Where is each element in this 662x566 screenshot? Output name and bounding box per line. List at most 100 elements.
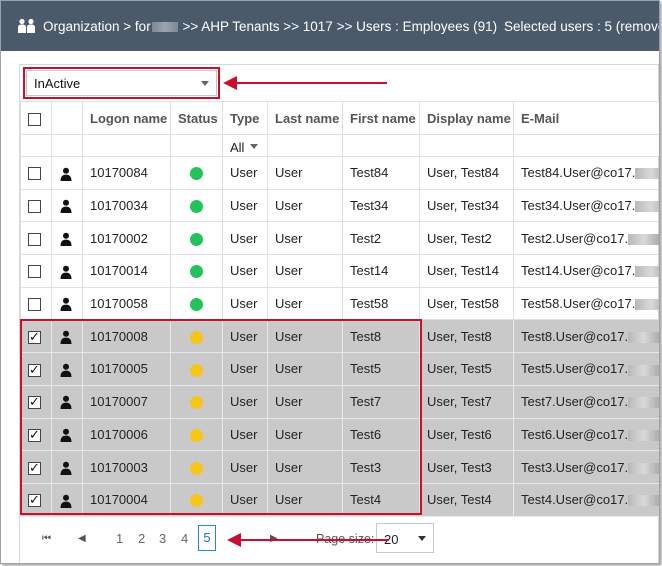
type-filter-cell[interactable]: All	[222, 134, 268, 157]
display-name-cell: User, Test7	[419, 384, 514, 419]
email-text: Test3.User@co17.	[521, 459, 629, 475]
table-row[interactable]: 10170005UserUserTest5User, Test5Test5.Us…	[20, 352, 659, 386]
logon-cell: 10170005	[82, 352, 171, 386]
email-cell: Test5.User@co17.	[513, 352, 659, 386]
first-name-cell: Test84	[342, 156, 420, 190]
row-checkbox[interactable]	[28, 460, 41, 476]
table-row[interactable]: 10170034 User User Test34 User, Test34 Test34…	[20, 188, 659, 223]
email-cell: Test84.User@co17.	[513, 156, 659, 190]
type-cell: User	[222, 384, 268, 419]
table-row[interactable]: 10170014 User User Test14 User, Test14 Test14…	[20, 254, 659, 288]
previous-page-icon[interactable]: ◀	[78, 533, 86, 544]
person-icon	[60, 363, 72, 377]
table-row[interactable]: 10170008UserUserTest8User, Test8Test8.Us…	[20, 319, 659, 354]
person-icon	[60, 461, 72, 475]
table-row[interactable]: 10170006UserUserTest6User, Test6Test6.Us…	[20, 417, 659, 452]
type-cell: User	[222, 319, 268, 354]
column-header-first-name[interactable]: First name	[342, 101, 420, 135]
row-checkbox[interactable]	[28, 167, 41, 181]
column-header-email[interactable]: E-Mail	[513, 101, 659, 135]
status-inactive-icon	[190, 494, 203, 508]
table-row[interactable]: 10170007UserUserTest7User, Test7Test7.Us…	[20, 384, 659, 419]
person-icon	[60, 200, 72, 214]
table-row[interactable]: 10170084 User User Test84 User, Test84 Test84…	[20, 156, 659, 190]
email-cell: Test34.User@co17.	[513, 188, 659, 223]
first-name-cell: Test58	[342, 286, 420, 321]
row-checkbox[interactable]	[28, 329, 41, 345]
type-cell: User	[222, 450, 268, 484]
display-name-cell: User, Test4	[419, 482, 514, 517]
page-link-1[interactable]: 1	[116, 531, 123, 546]
person-icon	[60, 494, 72, 508]
column-header-type[interactable]: Type	[222, 101, 268, 135]
type-cell: User	[222, 188, 268, 223]
column-header-logon[interactable]: Logon name	[82, 101, 171, 135]
page-link-5-active[interactable]: 5	[198, 525, 216, 551]
first-name-cell: Test4	[342, 482, 420, 517]
table-row[interactable]: 10170003UserUserTest3User, Test3Test3.Us…	[20, 450, 659, 484]
header-bar: Organization > for >> AHP Tenants >> 101…	[1, 1, 659, 51]
status-active-icon	[190, 200, 203, 214]
row-checkbox[interactable]	[28, 492, 41, 508]
row-checkbox[interactable]	[28, 232, 41, 246]
select-all-header[interactable]	[20, 101, 52, 135]
users-table: Logon name Status Type Last name First n…	[20, 101, 659, 517]
logon-cell: 10170008	[82, 319, 171, 354]
page-link-4[interactable]: 4	[181, 531, 188, 546]
chevron-down-icon	[250, 144, 259, 149]
column-header-display-name[interactable]: Display name	[419, 101, 514, 135]
type-cell: User	[222, 417, 268, 452]
person-icon	[60, 232, 72, 246]
row-checkbox[interactable]	[28, 427, 41, 443]
users-icon	[18, 18, 35, 33]
redacted-text	[628, 429, 659, 441]
row-checkbox[interactable]	[28, 362, 41, 378]
email-cell: Test58.User@co17.	[513, 286, 659, 321]
first-name-cell: Test2	[342, 221, 420, 256]
page-link-2[interactable]: 2	[138, 531, 145, 546]
page-link-3[interactable]: 3	[159, 531, 166, 546]
email-text: Test6.User@co17.	[521, 426, 629, 442]
email-cell: Test14.User@co17.	[513, 254, 659, 288]
row-checkbox[interactable]	[28, 265, 41, 279]
filter-highlight-box	[23, 67, 220, 99]
column-header-status[interactable]: Status	[170, 101, 223, 135]
first-name-cell: Test34	[342, 188, 420, 223]
table-row[interactable]: 10170004UserUserTest4User, Test4Test4.Us…	[20, 482, 659, 517]
select-all-checkbox[interactable]	[28, 112, 41, 126]
page-size-select[interactable]: 20	[376, 523, 434, 553]
redacted-text	[628, 397, 659, 409]
table-row[interactable]: 10170002 User User Test2 User, Test2 Test2.Us…	[20, 221, 659, 256]
display-name-cell: User, Test6	[419, 417, 514, 452]
email-text: Test4.User@co17.	[521, 492, 629, 508]
type-cell: User	[222, 156, 268, 190]
type-filter-value: All	[230, 140, 245, 155]
first-page-icon[interactable]: ⏮	[42, 533, 51, 544]
type-cell: User	[222, 352, 268, 386]
status-active-icon	[190, 232, 203, 246]
redacted-text	[628, 462, 659, 474]
status-inactive-icon	[190, 396, 203, 410]
type-cell: User	[222, 221, 268, 256]
first-name-cell: Test8	[342, 319, 420, 354]
email-text: Test5.User@co17.	[521, 361, 629, 377]
status-inactive-icon	[190, 330, 203, 344]
email-cell: Test7.User@co17.	[513, 384, 659, 419]
row-checkbox[interactable]	[28, 394, 41, 410]
breadcrumb[interactable]: Organization > for >> AHP Tenants >> 101…	[43, 19, 497, 34]
display-name-cell: User, Test5	[419, 352, 514, 386]
email-text: Test8.User@co17.	[521, 328, 629, 344]
email-text: Test7.User@co17.	[521, 394, 629, 410]
table-row[interactable]: 10170058 User User Test58 User, Test58 Test58…	[20, 286, 659, 321]
row-checkbox[interactable]	[28, 200, 41, 214]
column-header-last-name[interactable]: Last name	[267, 101, 343, 135]
row-checkbox[interactable]	[28, 298, 41, 312]
window-frame: Organization > for >> AHP Tenants >> 101…	[0, 0, 660, 564]
type-filter-dropdown[interactable]: All	[230, 136, 259, 155]
redacted-text	[628, 495, 659, 507]
selected-users-label: Selected users : 5 (remove	[504, 19, 660, 34]
person-icon	[60, 428, 72, 443]
redacted-text	[635, 266, 659, 278]
logon-cell: 10170058	[82, 286, 171, 321]
first-name-cell: Test6	[342, 417, 420, 452]
